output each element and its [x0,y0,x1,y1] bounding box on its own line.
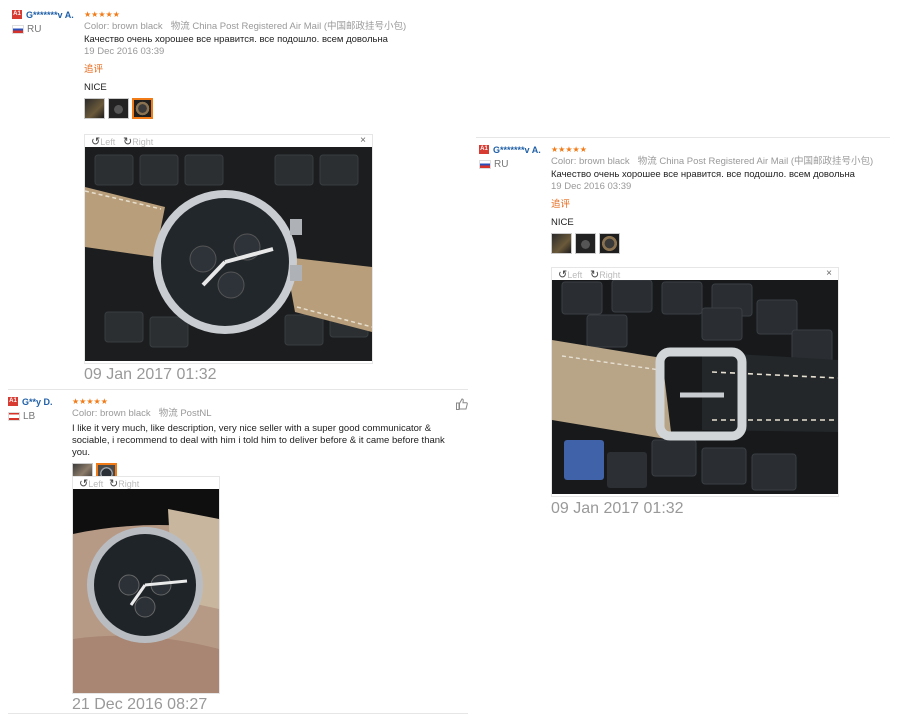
review-photo [73,489,219,693]
photo-thumbnail[interactable] [551,233,572,254]
additional-feedback-date: 09 Jan 2017 01:32 [84,366,217,383]
ru-flag-icon [479,159,491,169]
photo-thumbnail[interactable] [599,233,620,254]
buyer-level-badge: A1 [479,145,489,154]
review-text: Качество очень хорошее все нравится. все… [551,169,855,180]
additional-feedback-text: NICE [551,217,574,228]
review-photo [552,280,838,494]
reviewer-info: A1 G*******v A. RU [479,145,551,170]
reviewer-country: RU [12,24,84,35]
thumbs-up-icon[interactable] [456,398,468,410]
buyer-level-badge: A1 [12,10,22,19]
review-3: A1 G*******v A. RU ★★★★★ Color: brown bla… [479,145,891,517]
review-date: 19 Dec 2016 03:39 [551,181,632,192]
photo-viewer: ↺Left ↻Right [72,476,220,694]
review-photo [85,147,372,361]
review-content: ★★★★★ Color: brown black 物流 PostNL I like… [72,397,460,487]
review-date: 21 Dec 2016 08:27 [72,696,208,713]
buyer-level-badge: A1 [8,397,18,406]
lb-flag-icon [8,411,20,421]
star-rating: ★★★★★ [72,397,108,406]
additional-feedback-label: 追评 [84,64,104,75]
order-info: Color: brown black 物流 China Post Register… [84,21,407,32]
additional-feedback-text: NICE [84,82,107,93]
photo-viewer: ↺Left ↻Right × [84,134,373,364]
review-content: ★★★★★ Color: brown black 物流 China Post Re… [84,10,444,122]
reviewer-country: RU [479,159,551,170]
reviewer-info: A1 G**y D. LB [8,397,80,422]
viewer-toolbar: ↺Left ↻Right [73,477,219,490]
photo-viewer: ↺Left ↻Right × [551,267,839,497]
review-1: A1 G*******v A. RU ★★★★★ Color: brown bla… [12,10,452,383]
review-text: Качество очень хорошее все нравится. все… [84,34,388,45]
photo-thumbnail[interactable] [575,233,596,254]
review-text: I like it very much, like description, v… [72,423,445,458]
star-rating: ★★★★★ [551,145,587,154]
photo-thumbnail[interactable] [84,98,105,119]
reviewer-name[interactable]: G*******v A. [26,10,74,20]
reviewer-country: LB [8,411,80,422]
viewer-toolbar: ↺Left ↻Right × [85,135,372,148]
reviewer-info: A1 G*******v A. RU [12,10,84,35]
review-2: A1 G**y D. LB ★★★★★ Color: brown black 物流 … [8,397,478,713]
viewer-toolbar: ↺Left ↻Right × [552,268,838,281]
order-info: Color: brown black 物流 China Post Register… [551,156,874,167]
photo-thumbnail[interactable] [108,98,129,119]
reviewer-name[interactable]: G**y D. [22,397,53,407]
review-date: 19 Dec 2016 03:39 [84,46,165,57]
review-content: ★★★★★ Color: brown black 物流 China Post Re… [551,145,891,257]
additional-feedback-date: 09 Jan 2017 01:32 [551,500,684,517]
review-divider [476,137,890,138]
review-divider [8,389,468,390]
close-icon[interactable]: × [826,268,832,279]
photo-thumbnails [551,233,891,257]
close-icon[interactable]: × [360,135,366,146]
ru-flag-icon [12,24,24,34]
additional-feedback-label: 追评 [551,199,571,210]
photo-thumbnail-selected[interactable] [132,98,153,119]
star-rating: ★★★★★ [84,10,120,19]
review-divider [8,713,468,714]
order-info: Color: brown black 物流 PostNL [72,408,212,419]
photo-thumbnails [84,98,444,122]
reviewer-name[interactable]: G*******v A. [493,145,541,155]
